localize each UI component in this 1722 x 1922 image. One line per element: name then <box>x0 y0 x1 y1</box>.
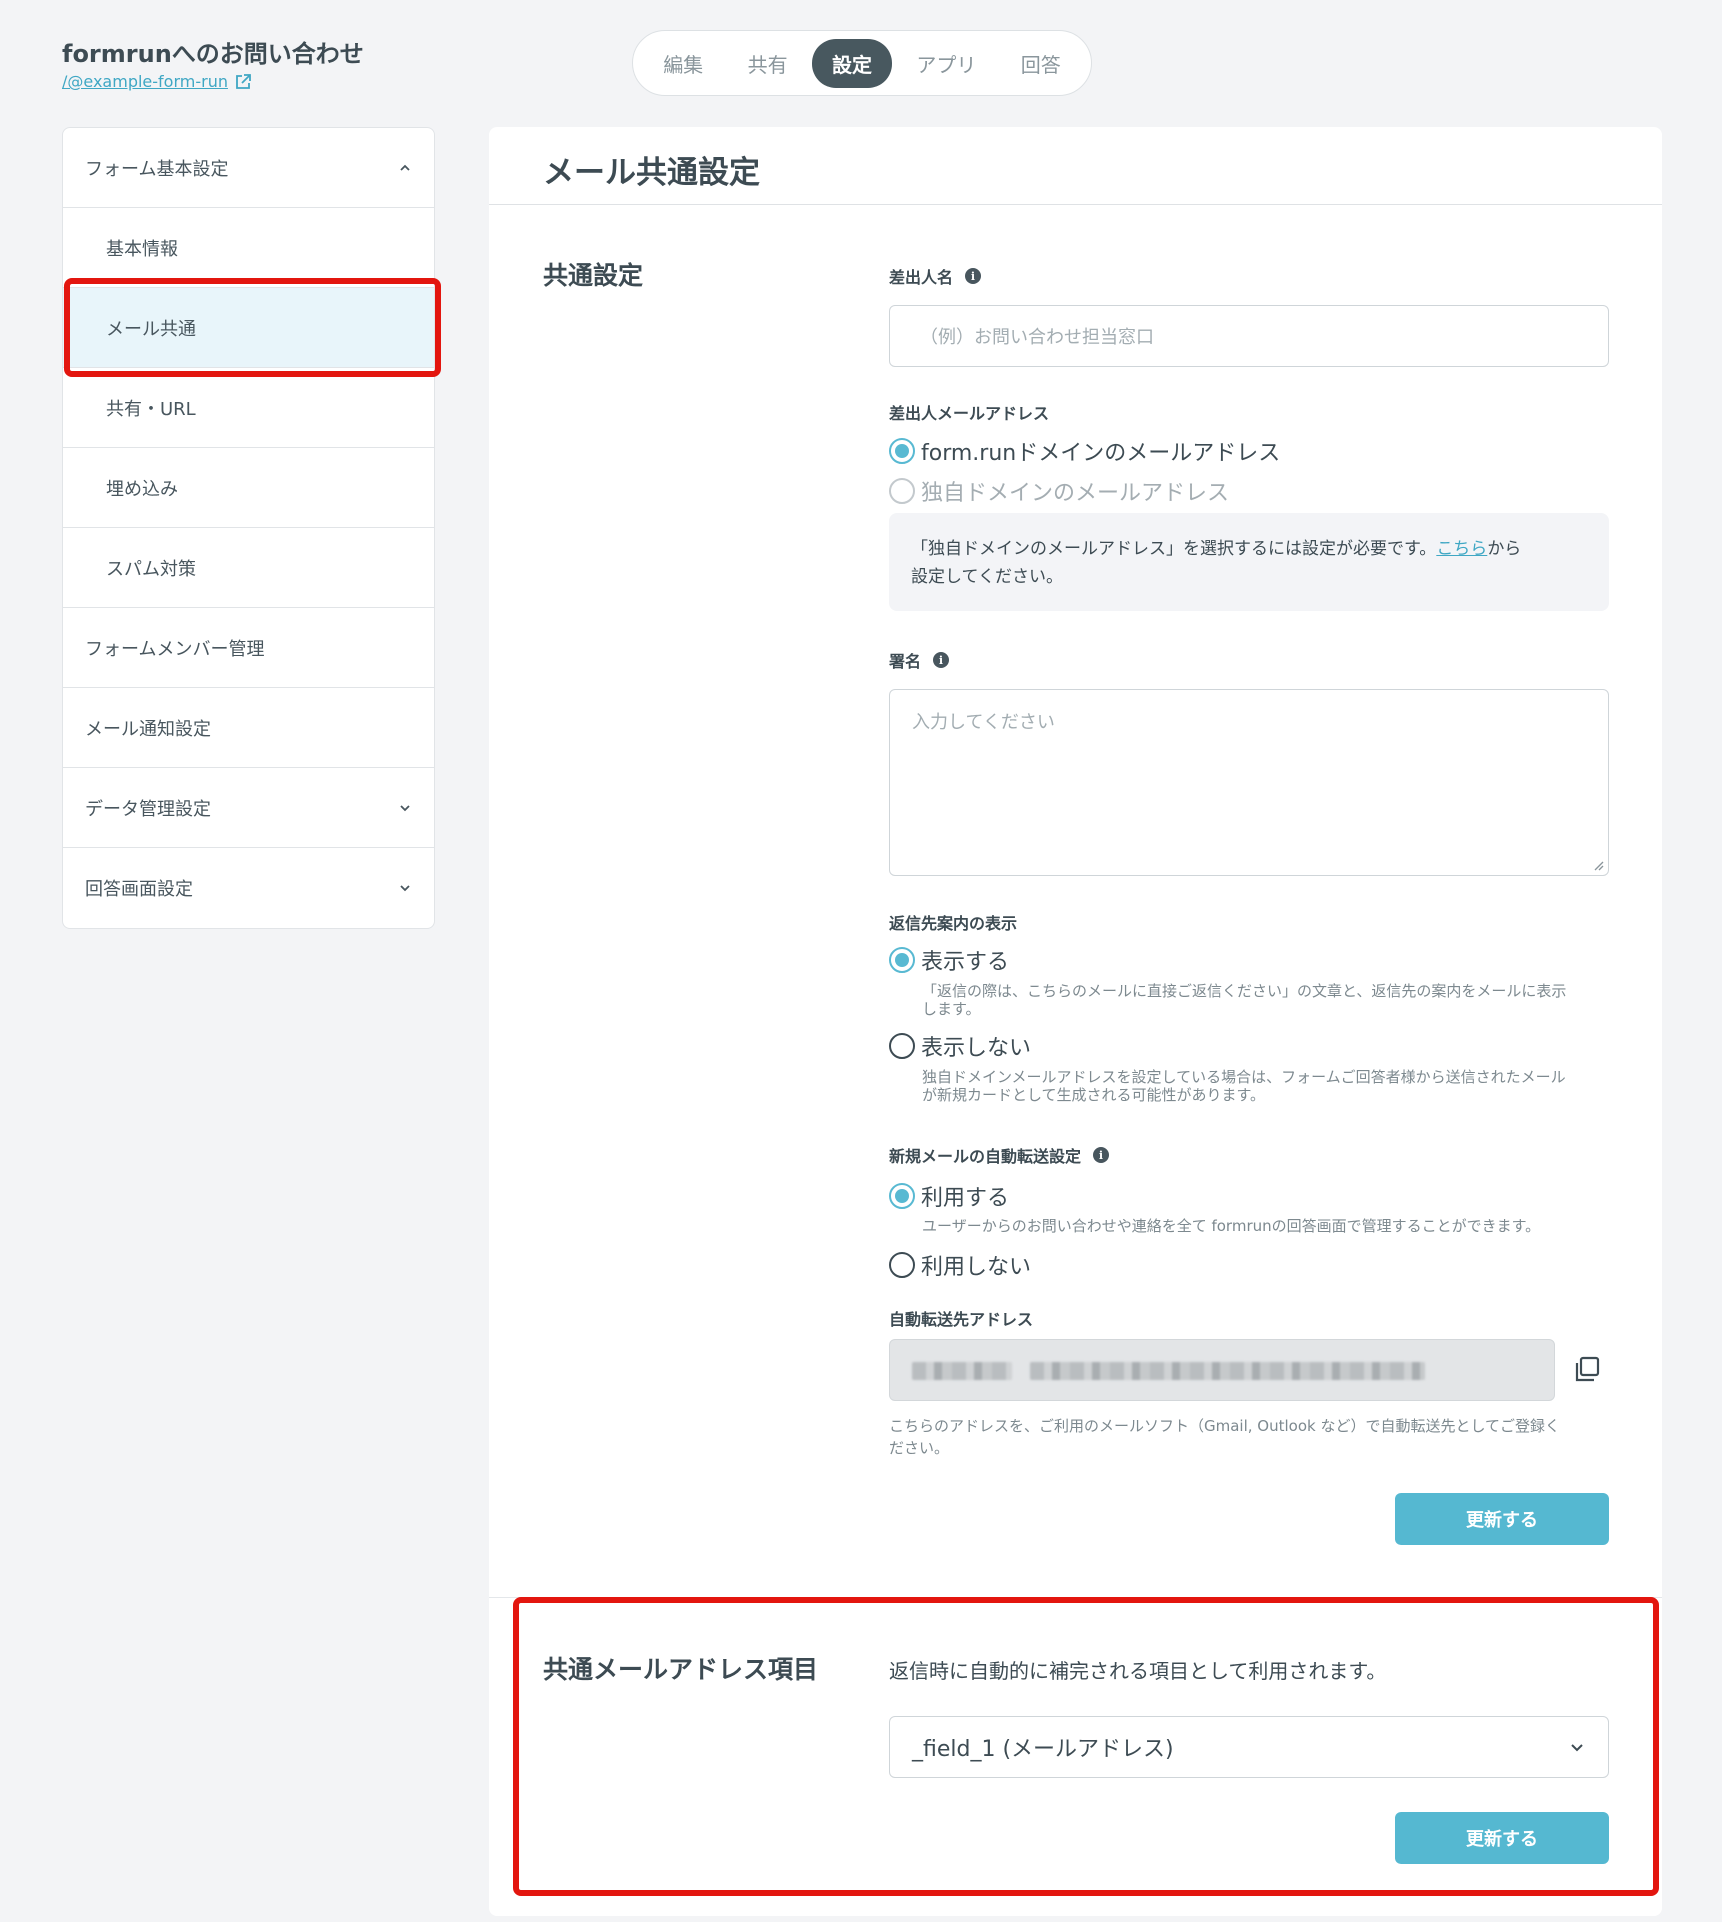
info-icon[interactable]: i <box>965 268 982 284</box>
radio-label: 利用する <box>921 1186 1010 1211</box>
sidebar-item-basic-info[interactable]: 基本情報 <box>63 208 434 288</box>
radio-label: 表示する <box>921 950 1010 975</box>
sidebar-item-form-basic-settings[interactable]: フォーム基本設定 <box>63 128 434 208</box>
email-field-select[interactable]: _field_1 (メールアドレス) <box>889 1716 1609 1778</box>
sidebar-item-label: フォームメンバー管理 <box>85 638 265 660</box>
form-link-text[interactable]: /@example-form-run <box>62 72 228 91</box>
auto-forward-label: 新規メールの自動転送設定 i <box>889 1143 1110 1167</box>
radio-label: 独自ドメインのメールアドレス <box>921 481 1230 506</box>
reply-guide-option-hide[interactable]: 表示しない <box>889 1030 1031 1062</box>
chevron-down-icon <box>400 804 410 811</box>
help-text: 「返信の際は、こちらのメールに直接ご返信ください」の文章と、返信先の案内をメール… <box>922 982 1567 1000</box>
forward-address-field <box>889 1339 1555 1401</box>
top-tab-bar: 編集 共有 設定 アプリ 回答 <box>632 30 1092 96</box>
help-text: ださい。 <box>889 1439 950 1457</box>
chevron-down-icon <box>400 885 410 892</box>
copy-icon[interactable] <box>1572 1354 1602 1384</box>
form-public-link[interactable]: /@example-form-run <box>62 72 252 91</box>
sidebar-item-label: メール通知設定 <box>85 718 211 740</box>
custom-domain-notice: 「独自ドメインのメールアドレス」を選択するには設定が必要です。こちらから 設定し… <box>889 513 1609 611</box>
help-text: 独自ドメインメールアドレスを設定している場合は、フォームご回答者様から送信された… <box>922 1068 1566 1086</box>
notice-text-suffix: から <box>1487 539 1522 559</box>
textarea-placeholder: 入力してください <box>912 712 1055 733</box>
auto-forward-option-use[interactable]: 利用する <box>889 1180 1009 1212</box>
reply-guide-label: 返信先案内の表示 <box>889 914 1018 933</box>
reply-guide-show-help: 「返信の際は、こちらのメールに直接ご返信ください」の文章と、返信先の案内をメール… <box>922 982 1566 1018</box>
radio-label: 表示しない <box>921 1036 1032 1061</box>
section-title-email-field: 共通メールアドレス項目 <box>543 1655 819 1684</box>
tab-edit[interactable]: 編集 <box>643 39 723 88</box>
notice-text-line2: 設定してください。 <box>911 567 1063 587</box>
section-divider <box>489 1597 1662 1598</box>
info-icon[interactable]: i <box>1093 1147 1110 1163</box>
help-text: します。 <box>922 1000 981 1018</box>
auto-forward-option-not-use[interactable]: 利用しない <box>889 1249 1031 1281</box>
sidebar-item-label: 基本情報 <box>106 238 178 260</box>
input-placeholder: （例）お問い合わせ担当窓口 <box>920 327 1154 348</box>
sidebar-item-label: フォーム基本設定 <box>85 158 229 180</box>
sidebar-item-form-members[interactable]: フォームメンバー管理 <box>63 608 434 688</box>
info-icon[interactable]: i <box>933 652 950 668</box>
sidebar-item-label: スパム対策 <box>106 558 196 580</box>
section-title-common: 共通設定 <box>543 261 644 290</box>
reply-guide-hide-help: 独自ドメインメールアドレスを設定している場合は、フォームご回答者様から送信された… <box>922 1068 1566 1104</box>
field-label-text: 差出人名 <box>889 268 954 287</box>
help-text: が新規カードとして生成される可能性があります。 <box>922 1086 1266 1104</box>
field-label-text: 署名 <box>889 652 922 671</box>
sidebar-item-label: 埋め込み <box>106 478 178 500</box>
radio-button[interactable] <box>889 1033 915 1059</box>
tab-share[interactable]: 共有 <box>728 39 808 88</box>
settings-sidebar: フォーム基本設定 基本情報 メール共通 共有・URL 埋め込み スパム対策 フォ… <box>62 127 435 929</box>
forward-address-label: 自動転送先アドレス <box>889 1310 1034 1329</box>
sender-name-input[interactable]: （例）お問い合わせ担当窓口 <box>889 305 1609 367</box>
radio-button[interactable] <box>889 438 915 464</box>
radio-button[interactable] <box>889 1183 915 1209</box>
radio-label: 利用しない <box>921 1255 1032 1280</box>
radio-label: form.runドメインのメールアドレス <box>921 441 1281 466</box>
sender-email-label: 差出人メールアドレス <box>889 404 1050 423</box>
masked-address-value <box>1030 1362 1425 1380</box>
sidebar-item-data-management[interactable]: データ管理設定 <box>63 768 434 848</box>
chevron-up-icon <box>400 164 410 171</box>
sender-email-option-formrun[interactable]: form.runドメインのメールアドレス <box>889 435 1280 467</box>
sender-email-option-custom-domain: 独自ドメインのメールアドレス <box>889 475 1229 507</box>
field-label-text: 新規メールの自動転送設定 <box>889 1147 1082 1166</box>
notice-text: 「独自ドメインのメールアドレス」を選択するには設定が必要です。 <box>911 539 1437 559</box>
sender-name-label: 差出人名 i <box>889 264 982 288</box>
update-email-field-button[interactable]: 更新する <box>1395 1812 1609 1864</box>
settings-panel <box>489 127 1662 1916</box>
signature-textarea[interactable]: 入力してください <box>889 689 1609 876</box>
tab-settings[interactable]: 設定 <box>811 38 892 88</box>
reply-guide-option-show[interactable]: 表示する <box>889 944 1009 976</box>
masked-address-value <box>912 1362 1012 1380</box>
external-link-icon <box>236 73 251 89</box>
sidebar-item-label: 回答画面設定 <box>85 879 193 900</box>
chevron-down-icon <box>1571 1744 1583 1752</box>
page-title: メール共通設定 <box>489 127 1662 205</box>
notice-settings-link[interactable]: こちら <box>1436 539 1487 559</box>
email-field-description: 返信時に自動的に補完される項目として利用されます。 <box>889 1659 1387 1683</box>
form-title: formrunへのお問い合わせ <box>62 40 364 68</box>
radio-button[interactable] <box>889 947 915 973</box>
sidebar-item-mail-notification[interactable]: メール通知設定 <box>63 688 434 768</box>
sidebar-item-mail-common[interactable]: メール共通 <box>63 288 434 368</box>
radio-button <box>889 478 915 504</box>
sidebar-item-embed[interactable]: 埋め込み <box>63 448 434 528</box>
auto-forward-use-help: ユーザーからのお問い合わせや連絡を全て formrunの回答画面で管理することが… <box>922 1217 1541 1235</box>
tab-responses[interactable]: 回答 <box>1001 39 1081 88</box>
sidebar-item-label: メール共通 <box>106 318 196 340</box>
tab-apps[interactable]: アプリ <box>896 39 996 88</box>
sidebar-item-share-url[interactable]: 共有・URL <box>63 368 434 448</box>
sidebar-item-response-screen[interactable]: 回答画面設定 <box>63 848 434 928</box>
sidebar-item-spam-protection[interactable]: スパム対策 <box>63 528 434 608</box>
sidebar-item-label: 共有・URL <box>106 398 196 420</box>
sidebar-item-label: データ管理設定 <box>85 798 211 820</box>
help-text: こちらのアドレスを、ご利用のメールソフト（Gmail, Outlook など）で… <box>889 1417 1561 1435</box>
signature-label: 署名 i <box>889 648 950 672</box>
radio-button[interactable] <box>889 1252 915 1278</box>
forward-address-help: こちらのアドレスを、ご利用のメールソフト（Gmail, Outlook など）で… <box>889 1415 1560 1459</box>
update-common-settings-button[interactable]: 更新する <box>1395 1493 1609 1545</box>
resize-handle-icon[interactable] <box>1592 859 1604 871</box>
select-value: _field_1 (メールアドレス) <box>912 1737 1174 1762</box>
